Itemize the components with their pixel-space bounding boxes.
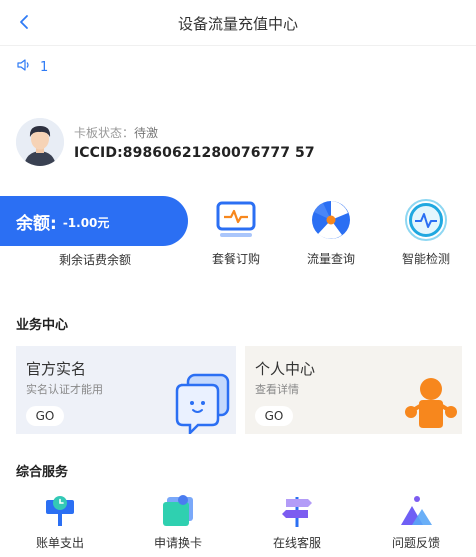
quick-action-detect-label: 智能检测 bbox=[401, 252, 450, 266]
balance-button[interactable]: 余额: -1.00元 bbox=[0, 196, 188, 246]
balance-caption: 剩余话费余额 bbox=[58, 253, 131, 267]
package-monitor-icon bbox=[214, 198, 258, 242]
quick-action-package[interactable]: 套餐订购 bbox=[201, 198, 271, 267]
notice-bar[interactable]: 1 bbox=[16, 57, 48, 77]
quick-action-traffic-label: 流量查询 bbox=[306, 252, 355, 266]
quick-action-package-label: 套餐订购 bbox=[211, 252, 260, 266]
service-feedback-label: 问题反馈 bbox=[391, 536, 440, 550]
service-bill[interactable]: 账单支出 bbox=[25, 494, 95, 551]
service-bill-label: 账单支出 bbox=[35, 536, 84, 550]
chat-bubbles-icon bbox=[174, 373, 234, 434]
personal-center-card[interactable]: 个人中心 查看详情 GO bbox=[245, 346, 462, 434]
service-online-support-label: 在线客服 bbox=[272, 536, 321, 550]
balance-amount: -1.00元 bbox=[62, 215, 110, 230]
person-icon bbox=[403, 376, 459, 434]
services-section-title: 综合服务 bbox=[16, 465, 69, 480]
card-status-value: 待激 bbox=[134, 126, 159, 140]
service-card-swap[interactable]: 申请换卡 bbox=[143, 494, 213, 551]
quick-action-detect[interactable]: 智能检测 bbox=[391, 198, 461, 267]
iccid-text: ICCID:89860621280076777 57 bbox=[74, 145, 315, 161]
speaker-icon bbox=[16, 57, 32, 77]
page-title: 设备流量充值中心 bbox=[177, 15, 298, 33]
service-online-support[interactable]: 在线客服 bbox=[262, 494, 332, 551]
app-header: 设备流量充值中心 bbox=[0, 0, 476, 46]
notice-text: 1 bbox=[40, 59, 49, 75]
mountain-feedback-icon bbox=[399, 494, 433, 528]
business-section-title: 业务中心 bbox=[16, 318, 69, 333]
real-name-subtitle: 实名认证才能用 bbox=[26, 383, 103, 396]
balance-label: 余额: bbox=[16, 213, 57, 234]
real-name-go-button[interactable]: GO bbox=[26, 406, 64, 426]
avatar bbox=[16, 118, 64, 166]
card-status: 卡板状态：待激 bbox=[74, 124, 158, 141]
signpost-icon bbox=[280, 494, 314, 528]
real-name-title: 官方实名 bbox=[26, 360, 87, 378]
quick-action-traffic[interactable]: 流量查询 bbox=[296, 198, 366, 267]
pulse-check-icon bbox=[404, 198, 448, 242]
service-feedback[interactable]: 问题反馈 bbox=[381, 494, 451, 551]
fan-icon bbox=[309, 198, 353, 242]
card-swap-icon bbox=[161, 494, 195, 528]
bill-clock-icon bbox=[43, 494, 77, 528]
personal-center-go-button[interactable]: GO bbox=[255, 406, 293, 426]
real-name-card[interactable]: 官方实名 实名认证才能用 GO bbox=[16, 346, 236, 434]
card-status-label: 卡板状态： bbox=[74, 126, 135, 140]
service-card-swap-label: 申请换卡 bbox=[153, 536, 202, 550]
personal-center-title: 个人中心 bbox=[255, 360, 316, 378]
personal-center-subtitle: 查看详情 bbox=[255, 383, 299, 396]
